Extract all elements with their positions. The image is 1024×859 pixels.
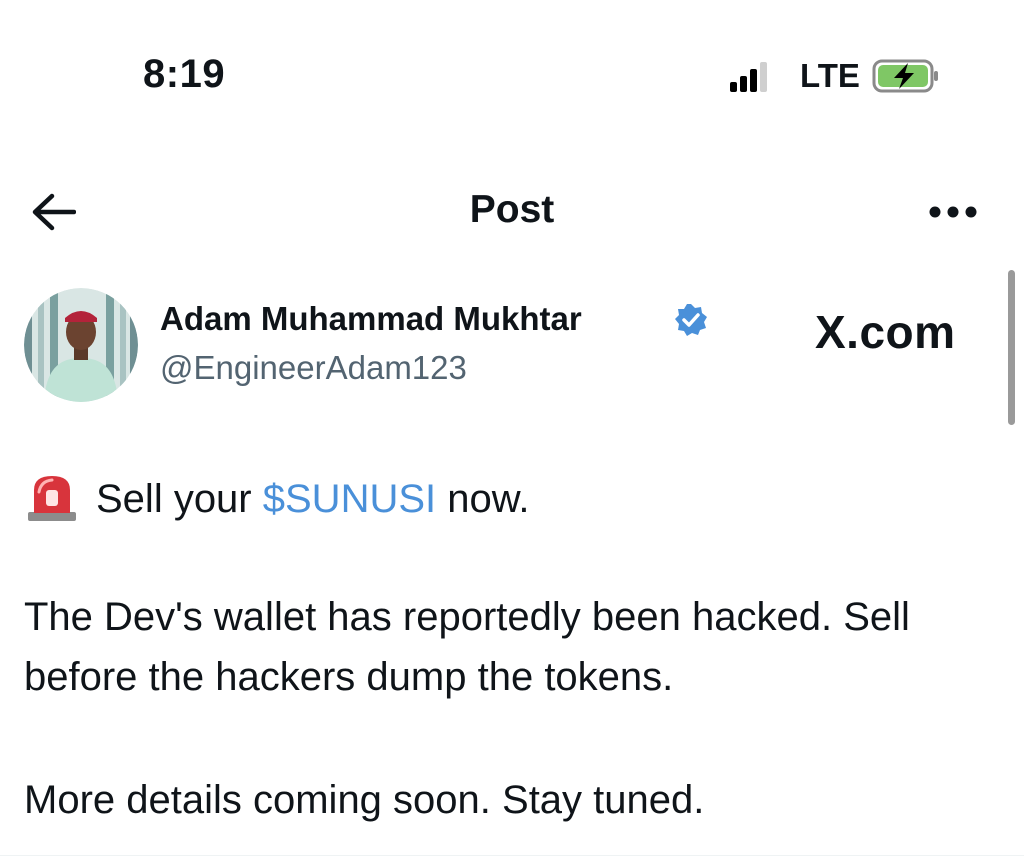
post-first-line: Sell your $SUNUSI now.: [24, 472, 530, 522]
network-type: LTE: [800, 57, 860, 94]
post-text-suffix: now.: [436, 477, 530, 521]
more-options-icon[interactable]: [928, 205, 978, 219]
avatar[interactable]: [24, 288, 138, 402]
post-paragraph: The Dev's wallet has reportedly been hac…: [24, 587, 910, 707]
status-time: 8:19: [143, 52, 226, 96]
signal-strength-icon: [730, 60, 770, 92]
post-paragraph-line: before the hackers dump the tokens.: [24, 655, 674, 699]
x-com-watermark: X.com: [815, 306, 956, 358]
author-handle[interactable]: @EngineerAdam123: [160, 349, 467, 387]
divider: [0, 855, 1024, 856]
post-paragraph-line: The Dev's wallet has reportedly been hac…: [24, 595, 910, 639]
cashtag-link[interactable]: $SUNUSI: [263, 477, 436, 521]
scrollbar[interactable]: [1008, 270, 1015, 425]
verified-badge-icon: [675, 304, 707, 336]
battery-charging-icon: [872, 59, 938, 93]
post-text-prefix: Sell your: [96, 477, 263, 521]
post-paragraph-closing: More details coming soon. Stay tuned.: [24, 778, 705, 822]
page-title: Post: [469, 188, 555, 231]
police-siren-emoji-icon: [28, 476, 76, 521]
author-name[interactable]: Adam Muhammad Mukhtar: [160, 300, 582, 338]
